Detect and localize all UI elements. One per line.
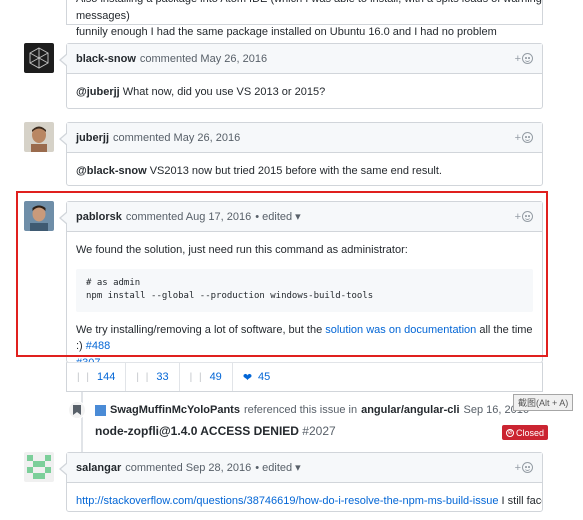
comment-meta[interactable]: commented May 26, 2016 <box>140 53 267 65</box>
add-reaction-button[interactable]: + <box>515 132 533 144</box>
comment-body: http://stackoverflow.com/questions/38746… <box>67 483 542 520</box>
closed-status-badge: ⊘ Closed <box>502 425 549 440</box>
closed-status-label: Closed <box>516 427 545 438</box>
add-reaction-plus: + <box>514 52 521 65</box>
avatar-juberjj[interactable] <box>24 122 54 152</box>
add-reaction-button[interactable]: + <box>515 53 533 65</box>
stackoverflow-link[interactable]: http://stackoverflow.com/questions/38746… <box>76 495 498 507</box>
comment-header: black-snow commented May 26, 2016 + <box>59 44 542 74</box>
comment-text: I still face this <box>501 495 542 507</box>
previous-comment-line: Also installing a package into Atom IDE … <box>76 0 542 22</box>
comment-body: @black-snow VS2013 now but tried 2015 be… <box>67 153 542 190</box>
reaction-count: 144 <box>96 371 116 383</box>
reference-event: SwagMuffinMcYoloPants referenced this is… <box>95 404 529 416</box>
user-mention[interactable]: @black-snow <box>76 165 147 177</box>
comment-author[interactable]: juberjj <box>76 132 109 144</box>
laugh-icon: | | <box>136 371 151 383</box>
avatar-salangar[interactable] <box>24 452 54 482</box>
closed-icon: ⊘ <box>506 428 514 437</box>
heart-icon: ❤ <box>242 371 253 384</box>
comment-meta[interactable]: commented May 26, 2016 <box>113 132 240 144</box>
comment-black-snow: black-snow commented May 26, 2016 + @jub… <box>59 43 543 111</box>
comment-body: @juberjj What now, did you use VS 2013 o… <box>67 74 542 111</box>
reaction-heart[interactable]: ❤ 45 <box>233 363 280 391</box>
comment-header: juberjj commented May 26, 2016 + <box>59 123 542 153</box>
referenced-issue-number[interactable]: #2027 <box>302 424 335 438</box>
referencing-user-avatar[interactable] <box>95 404 106 416</box>
comment-text: What now, did you use VS 2013 or 2015? <box>119 86 326 98</box>
bookmark-icon <box>68 401 86 419</box>
referencing-user[interactable]: SwagMuffinMcYoloPants <box>110 404 240 416</box>
comment-meta[interactable]: commented Sep 28, 2016 <box>125 462 251 474</box>
user-mention[interactable]: @juberjj <box>76 86 120 98</box>
smiley-icon <box>522 462 533 473</box>
edited-dropdown[interactable]: • edited ▾ <box>255 461 300 474</box>
comment-author[interactable]: black-snow <box>76 53 136 65</box>
reaction-thumbs-up[interactable]: | | 144 <box>67 363 127 391</box>
comment-salangar: salangar commented Sep 28, 2016 • edited… <box>59 452 543 512</box>
reaction-count: 49 <box>209 371 222 383</box>
referenced-issue-title[interactable]: node-zopfli@1.4.0 ACCESS DENIED <box>95 424 299 438</box>
comment-header: salangar commented Sep 28, 2016 • edited… <box>59 453 542 483</box>
referenced-repo[interactable]: angular/angular-cli <box>361 404 459 416</box>
highlight-rectangle <box>16 191 548 357</box>
reference-action: referenced this issue in <box>243 404 358 416</box>
add-reaction-plus: + <box>514 461 521 474</box>
reaction-laugh[interactable]: | | 33 <box>126 363 180 391</box>
comment-author[interactable]: salangar <box>76 462 121 474</box>
comment-juberjj: juberjj commented May 26, 2016 + @black-… <box>59 122 543 186</box>
timeline-line <box>81 392 83 452</box>
add-reaction-button[interactable]: + <box>515 462 533 474</box>
hooray-icon: | | <box>189 371 204 383</box>
referenced-issue: node-zopfli@1.4.0 ACCESS DENIED #2027 <box>95 424 336 438</box>
thumbs-up-icon: | | <box>77 371 91 383</box>
screenshot-tooltip: 截图(Alt + A) <box>513 394 574 411</box>
add-reaction-plus: + <box>514 131 521 144</box>
reaction-count: 45 <box>258 371 271 383</box>
reaction-count: 33 <box>156 371 169 383</box>
reaction-hooray[interactable]: | | 49 <box>180 363 233 391</box>
reactions-bar: | | 144 | | 33 | | 49 ❤ 45 <box>66 362 543 392</box>
avatar-black-snow[interactable] <box>24 43 54 73</box>
smiley-icon <box>522 132 533 143</box>
smiley-icon <box>522 53 533 64</box>
comment-text: VS2013 now but tried 2015 before with th… <box>146 165 442 177</box>
